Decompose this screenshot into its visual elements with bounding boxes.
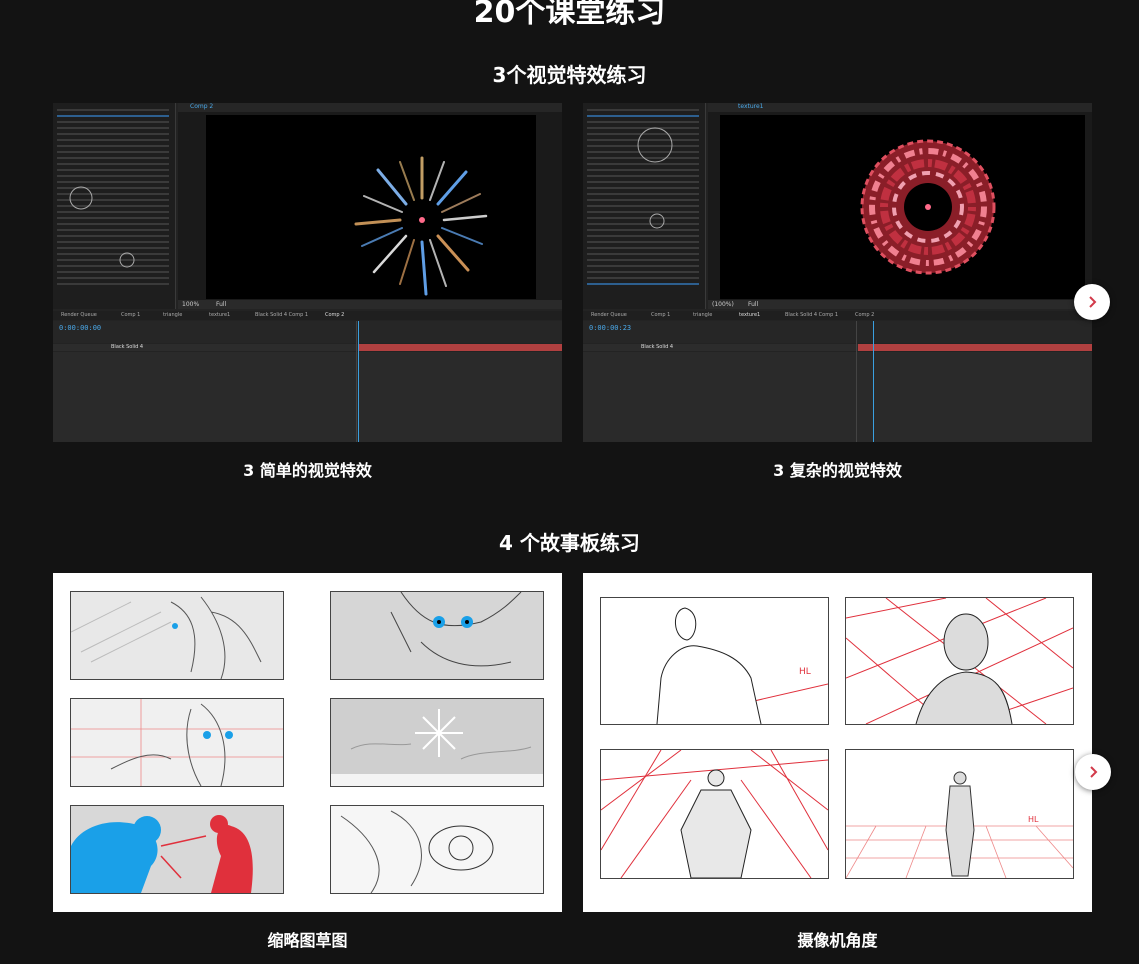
timeline-body bbox=[53, 352, 562, 442]
camera-angle-panel bbox=[845, 597, 1074, 725]
sketch-eye bbox=[331, 806, 543, 893]
thumbnail-panel bbox=[70, 805, 284, 894]
vfx-card-simple[interactable]: Comp 2 100% Full Render Queue Comp 1 tri… bbox=[53, 103, 562, 442]
sketch-worms-eye-figure bbox=[601, 750, 828, 878]
comp-tab[interactable]: texture1 bbox=[738, 103, 764, 110]
sketch-landscape bbox=[331, 699, 543, 786]
horizon-label: HL bbox=[799, 667, 811, 677]
thumbnail-panel bbox=[330, 698, 544, 787]
tab-render-queue[interactable]: Render Queue bbox=[61, 312, 97, 318]
burst-effect bbox=[354, 156, 488, 296]
storyboard-card-camera-angles[interactable]: HL HL bbox=[583, 573, 1092, 912]
dial-icon bbox=[637, 127, 673, 229]
horizon-label: HL bbox=[1028, 815, 1039, 824]
sketch-high-angle-figure bbox=[846, 598, 1073, 724]
ring-effect bbox=[860, 139, 996, 275]
tab-texture1[interactable]: texture1 bbox=[739, 312, 760, 318]
page-title: 20个课堂练习 bbox=[473, 0, 666, 30]
zoom-level[interactable]: (100%) bbox=[712, 301, 734, 308]
zoom-level[interactable]: 100% bbox=[182, 301, 199, 308]
caption-complex-vfx: 3 复杂的视觉特效 bbox=[773, 461, 902, 480]
sketch-character bbox=[71, 699, 283, 786]
tab-black-solid-comp[interactable]: Black Solid 4 Comp 1 bbox=[255, 312, 308, 318]
timeline-header bbox=[583, 321, 1092, 343]
layer-name: Black Solid 4 bbox=[111, 344, 144, 350]
section-title-storyboard: 4 个故事板练习 bbox=[499, 531, 640, 555]
tab-comp-1[interactable]: Comp 1 bbox=[651, 312, 670, 318]
playhead[interactable] bbox=[873, 321, 874, 442]
storyboard-card-thumbnails[interactable] bbox=[53, 573, 562, 912]
effect-controls-panel bbox=[53, 103, 176, 309]
comp-tab[interactable]: Comp 2 bbox=[190, 103, 213, 110]
carousel-next-button-vfx[interactable] bbox=[1074, 284, 1110, 320]
tab-render-queue[interactable]: Render Queue bbox=[591, 312, 627, 318]
chevron-right-icon bbox=[1089, 296, 1097, 308]
thumbnail-panel bbox=[330, 805, 544, 894]
tab-triangle[interactable]: triangle bbox=[163, 312, 182, 318]
chevron-right-icon bbox=[1090, 766, 1098, 778]
composition-viewer[interactable]: texture1 (100%) Full bbox=[708, 103, 1092, 309]
resolution-select[interactable]: Full bbox=[748, 301, 758, 308]
thumbnail-panel bbox=[330, 591, 544, 680]
composition-viewer[interactable]: Comp 2 100% Full bbox=[178, 103, 562, 309]
vfx-card-complex[interactable]: texture1 (100%) Full Render Queue Comp 1 bbox=[583, 103, 1092, 442]
effect-controls-panel bbox=[583, 103, 706, 309]
layer-track-bar[interactable] bbox=[858, 344, 1092, 351]
thumbnail-panel bbox=[70, 698, 284, 787]
timeline-tabs: Render Queue Comp 1 triangle texture1 Bl… bbox=[583, 311, 1092, 320]
timeline-tabs: Render Queue Comp 1 triangle texture1 Bl… bbox=[53, 311, 562, 320]
tab-comp-2[interactable]: Comp 2 bbox=[855, 312, 874, 318]
sketch-eye-level-figure: HL bbox=[846, 771, 1073, 878]
dial-icon bbox=[69, 186, 135, 268]
sketch-figures bbox=[71, 806, 283, 893]
carousel-next-button-storyboard[interactable] bbox=[1075, 754, 1111, 790]
comp-canvas bbox=[720, 115, 1085, 299]
camera-angle-panel bbox=[600, 749, 829, 879]
resolution-select[interactable]: Full bbox=[216, 301, 226, 308]
tab-comp-1[interactable]: Comp 1 bbox=[121, 312, 140, 318]
camera-angle-panel: HL bbox=[600, 597, 829, 725]
playhead[interactable] bbox=[358, 321, 359, 442]
comp-canvas bbox=[206, 115, 536, 299]
section-title-vfx: 3个视觉特效练习 bbox=[492, 63, 647, 87]
timeline-body bbox=[583, 352, 1092, 442]
tab-texture1[interactable]: texture1 bbox=[209, 312, 230, 318]
timecode[interactable]: 0:00:00:23 bbox=[589, 324, 631, 332]
caption-thumbnail-sketches: 缩略图草图 bbox=[267, 931, 348, 950]
sketch-character bbox=[71, 592, 283, 679]
caption-camera-angles: 摄像机角度 bbox=[797, 931, 878, 950]
timecode[interactable]: 0:00:00:00 bbox=[59, 324, 101, 332]
layer-track-bar[interactable] bbox=[358, 344, 562, 351]
timeline-header bbox=[53, 321, 562, 343]
tab-black-solid-comp[interactable]: Black Solid 4 Comp 1 bbox=[785, 312, 838, 318]
sketch-low-angle-figure: HL bbox=[656, 607, 828, 724]
caption-simple-vfx: 3 简单的视觉特效 bbox=[243, 461, 372, 480]
tab-triangle[interactable]: triangle bbox=[693, 312, 712, 318]
camera-angle-panel: HL bbox=[845, 749, 1074, 879]
layer-name: Black Solid 4 bbox=[641, 344, 674, 350]
thumbnail-panel bbox=[70, 591, 284, 680]
sketch-character bbox=[331, 592, 543, 679]
tab-comp-2[interactable]: Comp 2 bbox=[325, 312, 344, 318]
